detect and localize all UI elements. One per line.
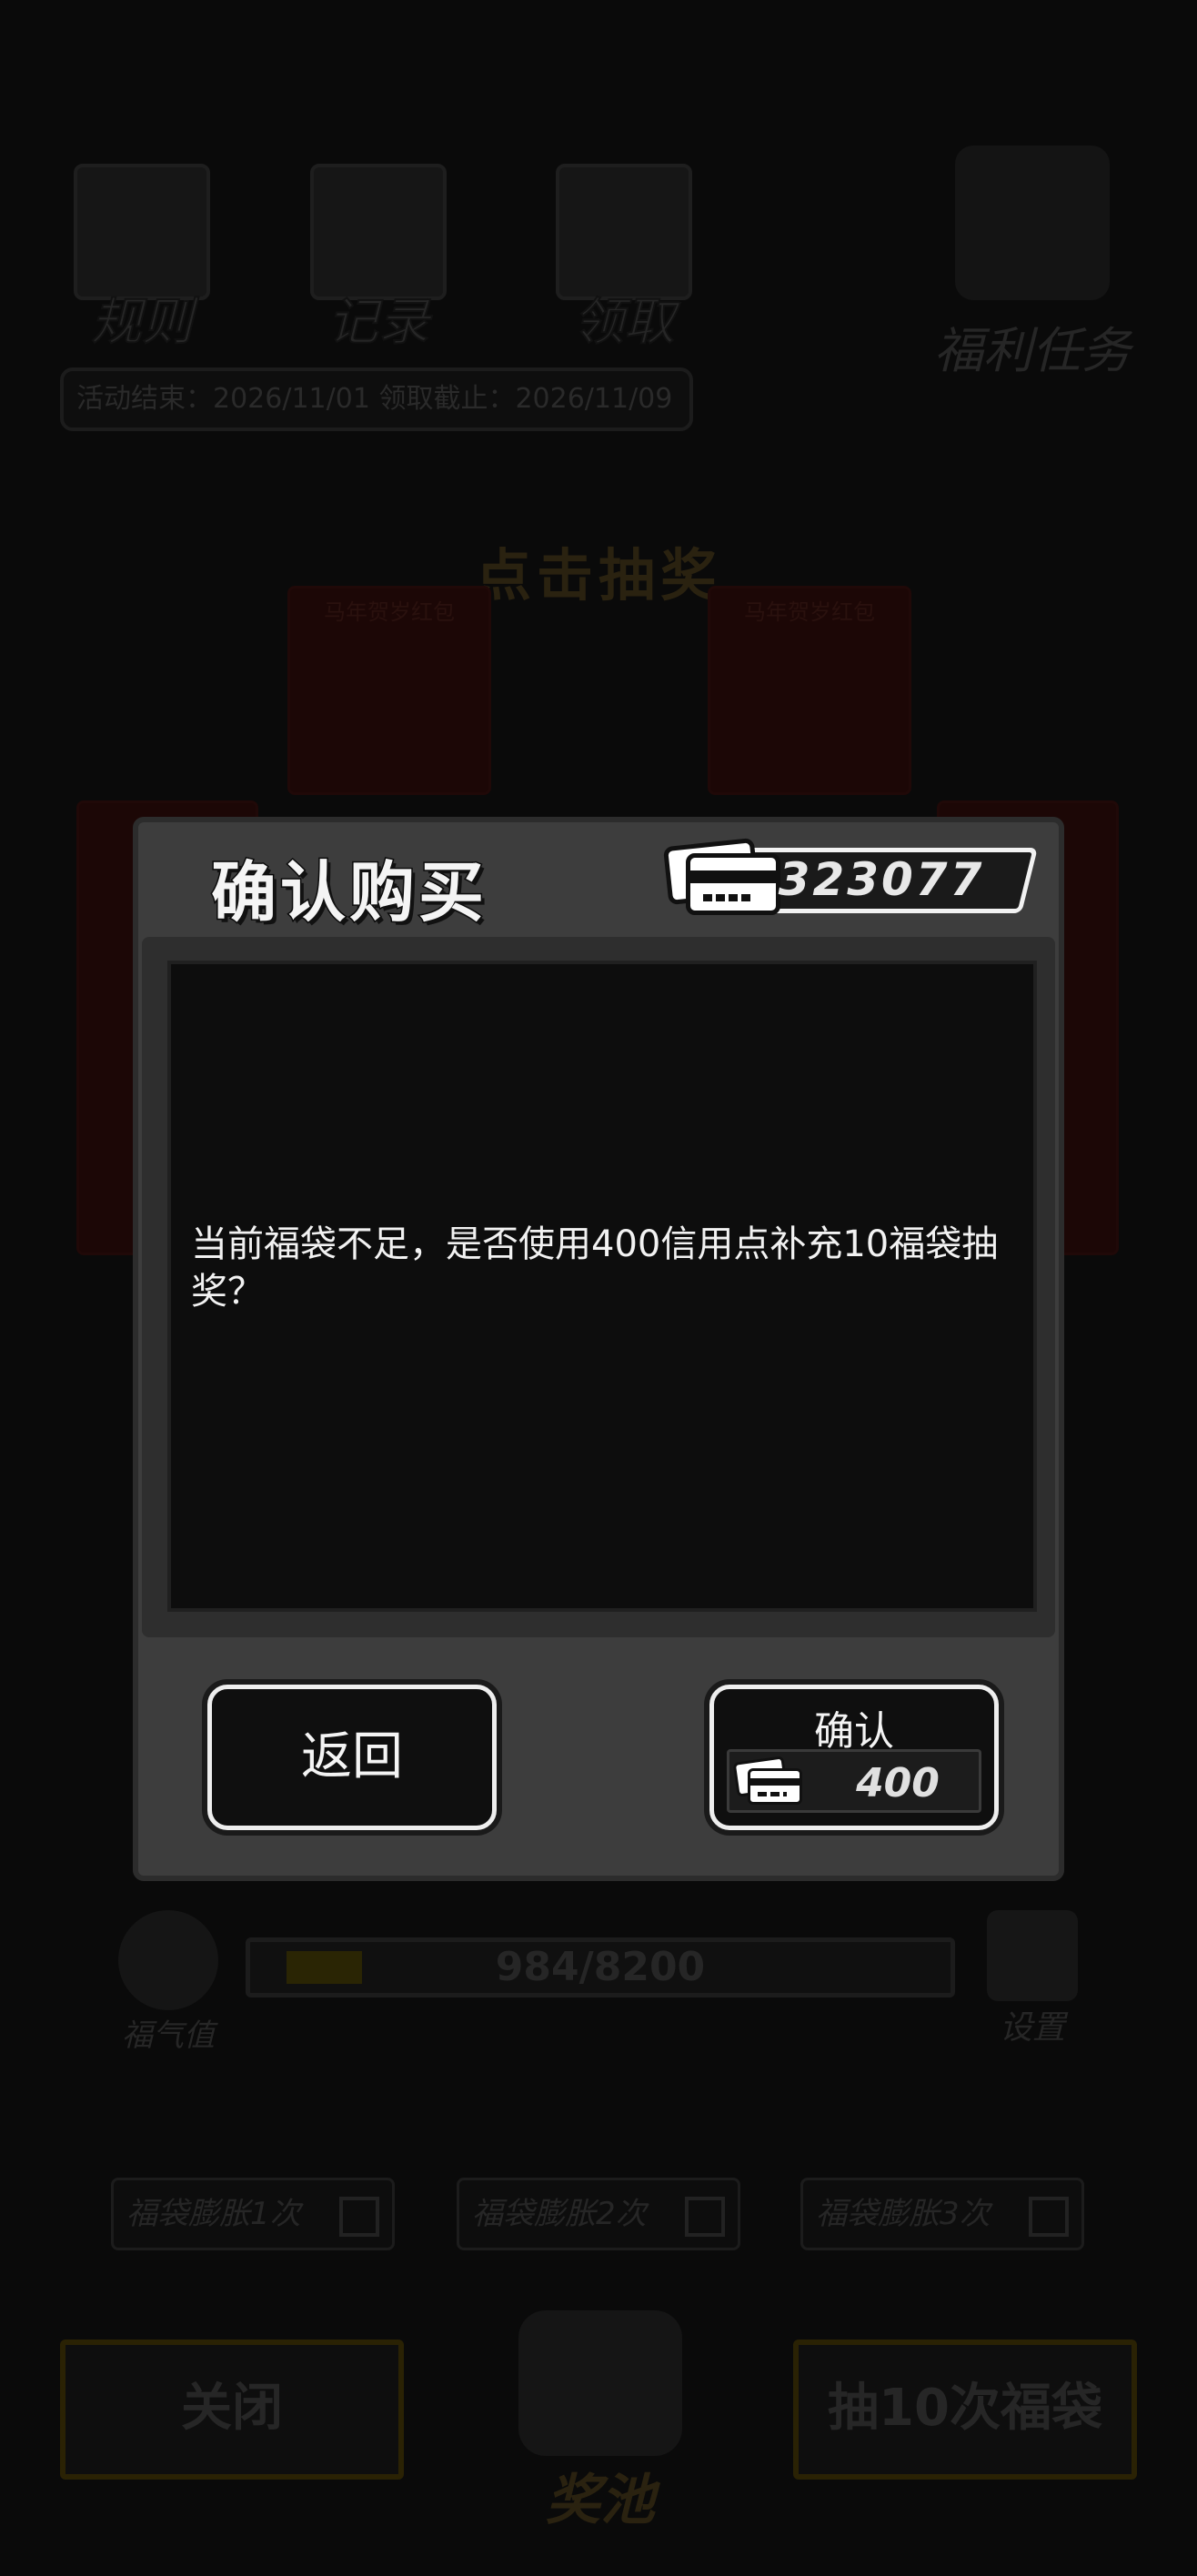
claim-button[interactable]: 领取	[542, 164, 706, 355]
confirm-price: 400	[727, 1749, 981, 1813]
back-button-label: 返回	[301, 1727, 403, 1786]
boost-checkbox[interactable]	[339, 2197, 379, 2237]
confirm-button[interactable]: 确认 400	[709, 1685, 999, 1830]
draw-10-button[interactable]: 抽10次福袋	[793, 2340, 1137, 2480]
red-envelope-left[interactable]: 马年贺岁红包	[287, 586, 491, 795]
dialog-title: 确认购买	[209, 853, 488, 932]
boost-option-2[interactable]: 福袋膨胀2次	[457, 2178, 740, 2250]
envelope-caption: 马年贺岁红包	[324, 599, 455, 625]
credit-card-icon	[662, 837, 784, 917]
settings-label: 设置	[999, 2009, 1065, 2047]
boost-checkbox[interactable]	[685, 2197, 725, 2237]
event-date-bar: 活动结束：2026/11/01 领取截止：2026/11/09	[60, 367, 693, 431]
luck-progress-bar: 984/8200	[246, 1937, 955, 1997]
boost-option-3[interactable]: 福袋膨胀3次	[800, 2178, 1084, 2250]
book-icon	[74, 164, 210, 300]
credit-balance: 323077	[662, 837, 1038, 917]
close-button[interactable]: 关闭	[60, 2340, 404, 2480]
balance-value: 323077	[778, 853, 985, 906]
claim-label: 领取	[572, 292, 676, 353]
luck-progress-area: 福气值 984/8200 设置	[109, 1910, 1091, 2054]
settings-button[interactable]: 设置	[973, 1910, 1091, 2047]
boost-option-label: 福袋膨胀1次	[126, 2196, 301, 2232]
message-box: 当前福袋不足，是否使用400信用点补充10福袋抽奖？	[167, 961, 1037, 1612]
boost-option-1[interactable]: 福袋膨胀1次	[111, 2178, 395, 2250]
confirm-button-label: 确认	[814, 1708, 894, 1755]
prize-pool-label: 奖池	[546, 2469, 655, 2532]
record-button[interactable]: 记录	[297, 164, 460, 355]
treasure-box-icon	[518, 2310, 682, 2456]
luck-icon	[118, 1910, 218, 2010]
credit-card-icon	[732, 1756, 804, 1808]
confirm-purchase-dialog: 确认购买 323077 当前福袋不足，是否使用400信用点补充10福袋抽奖？ 返…	[133, 817, 1064, 1881]
back-button[interactable]: 返回	[207, 1685, 497, 1830]
boost-option-label: 福袋膨胀3次	[816, 2196, 991, 2232]
luck-progress-text: 984/8200	[495, 1944, 706, 1990]
welfare-task-label: 福利任务	[934, 322, 1131, 379]
rules-button[interactable]: 规则	[60, 164, 224, 355]
boost-checkbox[interactable]	[1029, 2197, 1069, 2237]
luck-button[interactable]: 福气值	[109, 1910, 227, 2054]
welfare-task-button[interactable]: 福利任务	[919, 146, 1146, 382]
luck-label: 福气值	[122, 2018, 215, 2054]
message-text: 当前福袋不足，是否使用400信用点补充10福袋抽奖？	[191, 1223, 999, 1313]
boost-option-label: 福袋膨胀2次	[472, 2196, 647, 2232]
record-label: 记录	[327, 292, 430, 353]
envelope-caption: 马年贺岁红包	[744, 599, 875, 625]
red-envelope-right[interactable]: 马年贺岁红包	[708, 586, 911, 795]
message-panel: 当前福袋不足，是否使用400信用点补充10福袋抽奖？	[142, 937, 1055, 1637]
confirm-price-value: 400	[856, 1760, 940, 1806]
rules-label: 规则	[90, 292, 194, 353]
printer-icon	[556, 164, 692, 300]
target-icon	[955, 146, 1110, 300]
prize-pool-button[interactable]: 奖池	[491, 2310, 709, 2532]
draw-title: 点击抽奖	[474, 542, 722, 609]
megaphone-icon	[987, 1910, 1078, 2001]
clipboard-icon	[310, 164, 447, 300]
